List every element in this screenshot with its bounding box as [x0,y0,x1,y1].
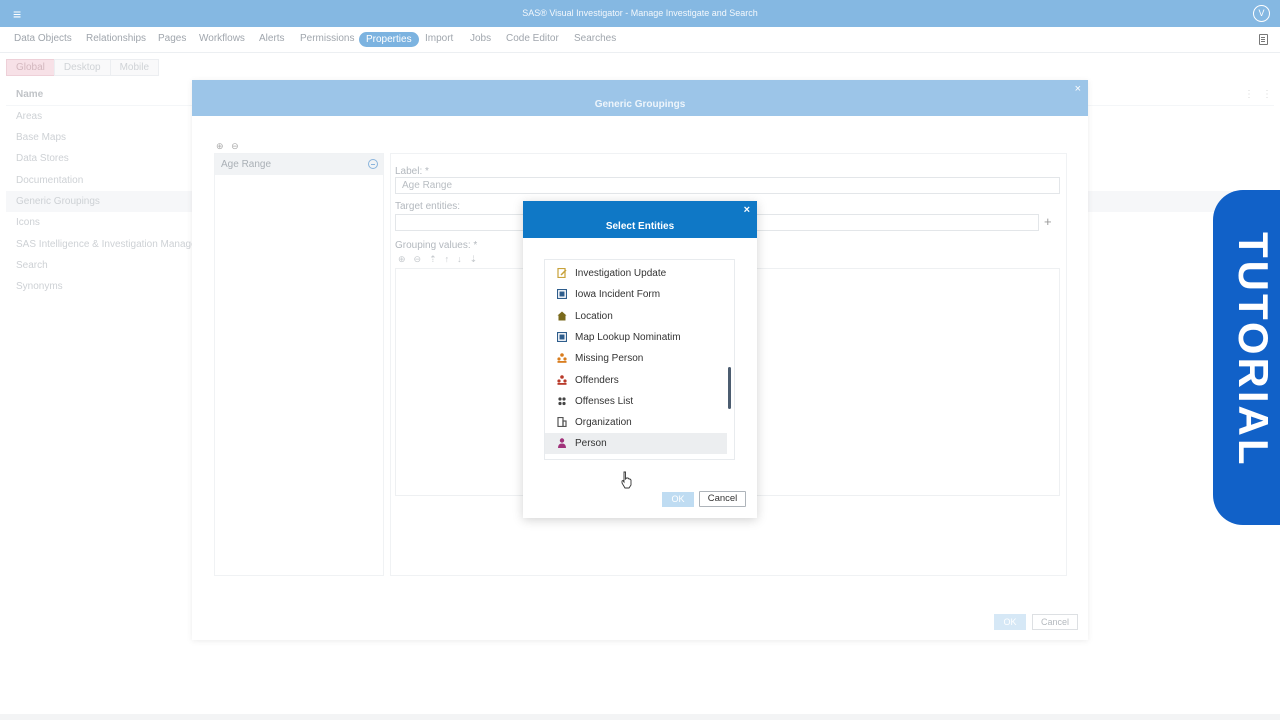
person-icon [558,438,566,448]
label-input[interactable]: Age Range [395,177,1060,194]
dialog-title: Select Entities [605,221,675,232]
nav-import[interactable]: Import [425,33,453,44]
app-header: ≡ SAS® Visual Investigator - Manage Inve… [0,0,1280,27]
form-icon [557,332,567,342]
entity-label: Missing Person [575,353,644,364]
collapse-icon[interactable] [368,159,378,169]
list-item[interactable]: Organization [545,412,727,433]
user-avatar[interactable]: V [1253,5,1270,22]
group-item-label: Age Range [221,159,272,170]
document-edit-icon [557,268,567,278]
add-group-icon[interactable]: ⊕ [216,141,224,151]
house-icon [557,311,567,321]
group-icon [558,397,566,406]
main-nav: Data Objects Relationships Pages Workflo… [0,27,1280,53]
document-icon[interactable] [1259,34,1268,45]
people-icon [557,375,567,385]
nav-code-editor[interactable]: Code Editor [506,33,559,44]
cancel-button[interactable]: Cancel [1032,614,1078,630]
entity-label: Iowa Incident Form [575,289,661,300]
entity-label: Location [575,311,613,322]
dialog-header: Select Entities × [523,201,757,238]
entity-label: Offenses List [575,396,634,407]
move-down-icon[interactable]: ↓ [457,254,470,264]
group-toolbar: ⊕ ⊖ [216,141,239,152]
close-icon[interactable]: × [744,204,750,216]
grouping-values-label: Grouping values: * [395,240,478,251]
list-item[interactable]: Offenses List [545,391,727,412]
remove-group-icon[interactable]: ⊖ [231,141,239,151]
nav-data-objects[interactable]: Data Objects [14,33,72,44]
entity-list[interactable]: Investigation Update Iowa Incident Form … [544,259,735,460]
entity-label: Investigation Update [575,268,667,279]
add-target-entity-button[interactable]: + [1044,214,1052,229]
ok-button[interactable]: OK [662,492,694,507]
form-icon [557,289,567,299]
nav-permissions[interactable]: Permissions [300,33,354,44]
tutorial-label: TUTORIAL [1230,232,1277,468]
grouping-values-toolbar: ⊕⊖⇡↑↓⇣ [398,254,485,265]
nav-alerts[interactable]: Alerts [259,33,285,44]
nav-properties[interactable]: Properties [359,32,419,47]
group-item[interactable]: Age Range [215,154,383,175]
dialog-title: Generic Groupings [594,99,686,110]
list-item[interactable]: Location [545,306,727,327]
list-item[interactable]: Iowa Incident Form [545,284,727,305]
nav-relationships[interactable]: Relationships [86,33,146,44]
list-item[interactable]: Offenders [545,370,727,391]
select-entities-dialog: Select Entities × Investigation Update I… [523,201,757,518]
building-icon [557,417,567,427]
nav-pages[interactable]: Pages [158,33,186,44]
cancel-button[interactable]: Cancel [699,491,746,507]
nav-workflows[interactable]: Workflows [199,33,245,44]
move-up-icon[interactable]: ↑ [445,254,458,264]
list-item[interactable]: Missing Person [545,348,727,369]
hand-cursor-icon [621,471,632,489]
entity-label: Person [575,438,607,449]
app-title: SAS® Visual Investigator - Manage Invest… [522,8,758,18]
close-icon[interactable]: × [1075,83,1081,95]
label-field-label: Label: * [395,166,429,177]
groups-pane: Age Range [214,153,384,576]
scrollbar-thumb[interactable] [728,367,731,409]
add-value-icon[interactable]: ⊕ [398,254,414,264]
nav-searches[interactable]: Searches [574,33,616,44]
people-warning-icon [557,353,567,363]
list-item-hovered[interactable]: Person [545,433,727,454]
move-bottom-icon[interactable]: ⇣ [470,254,486,264]
remove-value-icon[interactable]: ⊖ [414,254,430,264]
list-item[interactable]: Investigation Update [545,263,727,284]
list-item[interactable]: Map Lookup Nominatim [545,327,727,348]
nav-jobs[interactable]: Jobs [470,33,491,44]
page-footer [0,714,1280,720]
target-entities-label: Target entities: [395,201,461,212]
entity-label: Organization [575,417,632,428]
ok-button[interactable]: OK [994,614,1026,630]
entity-label: Map Lookup Nominatim [575,332,681,343]
entity-label: Offenders [575,375,619,386]
move-top-icon[interactable]: ⇡ [429,254,445,264]
tutorial-banner: TUTORIAL [1213,190,1280,525]
dialog-header: Generic Groupings × [192,80,1088,116]
